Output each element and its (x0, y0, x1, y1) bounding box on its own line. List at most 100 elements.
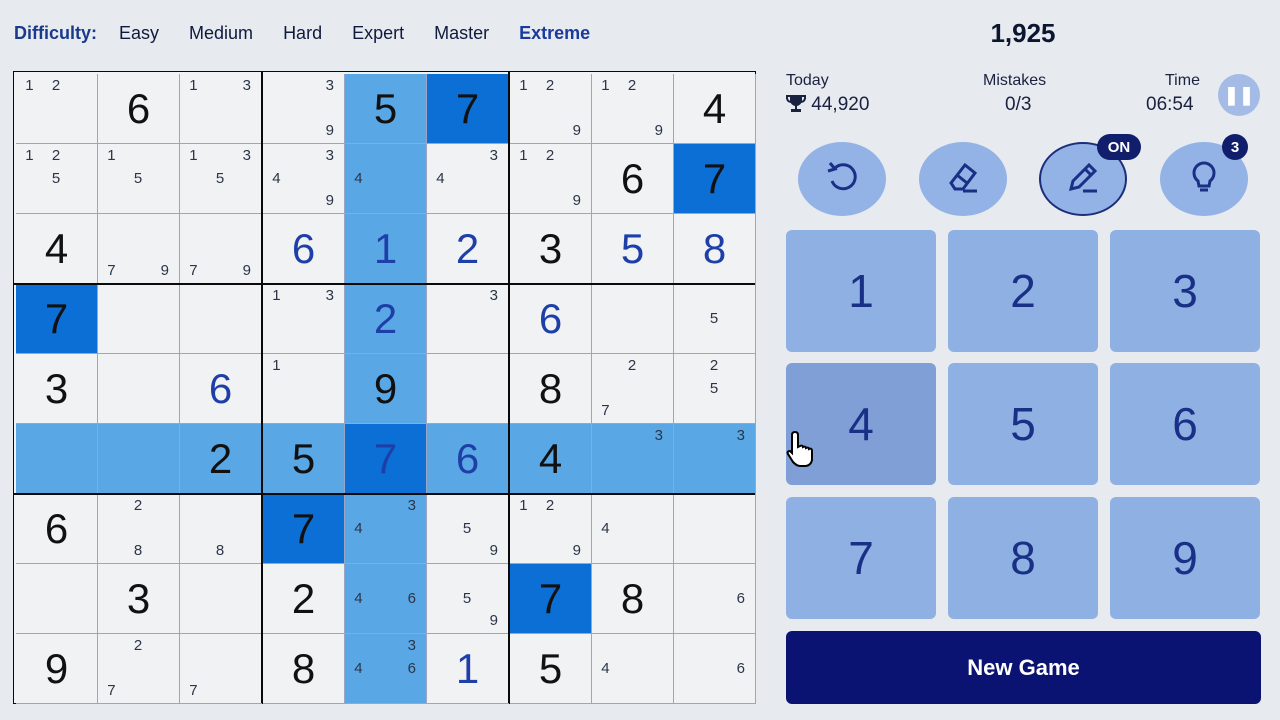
cell-r6c3[interactable]: 2 (180, 424, 262, 494)
cell-r7c4[interactable]: 7 (263, 494, 345, 564)
cell-r9c8[interactable]: 4 (592, 634, 674, 704)
cell-r5c9[interactable]: 25 (674, 354, 756, 424)
cell-r8c9[interactable]: 6 (674, 564, 756, 634)
cell-r5c5[interactable]: 9 (345, 354, 427, 424)
cell-r9c1[interactable]: 9 (16, 634, 98, 704)
cell-r3c7[interactable]: 3 (510, 214, 592, 284)
difficulty-master[interactable]: Master (434, 23, 489, 44)
cell-r6c6[interactable]: 6 (427, 424, 509, 494)
difficulty-hard[interactable]: Hard (283, 23, 322, 44)
new-game-button[interactable]: New Game (786, 631, 1261, 704)
cell-r4c3[interactable] (180, 284, 262, 354)
cell-r8c5[interactable]: 46 (345, 564, 427, 634)
cell-r3c2[interactable]: 79 (98, 214, 180, 284)
cell-r1c2[interactable]: 6 (98, 74, 180, 144)
cell-r9c3[interactable]: 7 (180, 634, 262, 704)
cell-r9c9[interactable]: 6 (674, 634, 756, 704)
difficulty-easy[interactable]: Easy (119, 23, 159, 44)
cell-r7c5[interactable]: 34 (345, 494, 427, 564)
cell-r1c9[interactable]: 4 (674, 74, 756, 144)
numpad-key-5[interactable]: 5 (948, 363, 1098, 485)
cell-r6c4[interactable]: 5 (263, 424, 345, 494)
cell-r6c9[interactable]: 3 (674, 424, 756, 494)
cell-r2c7[interactable]: 12 9 (510, 144, 592, 214)
difficulty-expert[interactable]: Expert (352, 23, 404, 44)
cell-r8c4[interactable]: 2 (263, 564, 345, 634)
difficulty-extreme[interactable]: Extreme (519, 23, 590, 44)
cell-r6c7[interactable]: 4 (510, 424, 592, 494)
cell-r2c2[interactable]: 15 (98, 144, 180, 214)
cell-r3c6[interactable]: 2 (427, 214, 509, 284)
cell-r6c8[interactable]: 3 (592, 424, 674, 494)
cell-r7c6[interactable]: 59 (427, 494, 509, 564)
cell-r4c7[interactable]: 6 (510, 284, 592, 354)
cell-r1c8[interactable]: 12 9 (592, 74, 674, 144)
cell-r3c1[interactable]: 4 (16, 214, 98, 284)
cell-r7c3[interactable]: 8 (180, 494, 262, 564)
cell-r2c4[interactable]: 3 4 9 (263, 144, 345, 214)
cell-r8c1[interactable] (16, 564, 98, 634)
cell-r3c3[interactable]: 79 (180, 214, 262, 284)
cell-r5c1[interactable]: 3 (16, 354, 98, 424)
numpad-key-6[interactable]: 6 (1110, 363, 1260, 485)
cell-r2c5[interactable]: 4 (345, 144, 427, 214)
cell-r3c9[interactable]: 8 (674, 214, 756, 284)
cell-r1c1[interactable]: 12 (16, 74, 98, 144)
cell-r3c4[interactable]: 6 (263, 214, 345, 284)
cell-r8c8[interactable]: 8 (592, 564, 674, 634)
cell-r6c2[interactable] (98, 424, 180, 494)
cell-r9c2[interactable]: 27 (98, 634, 180, 704)
cell-r5c7[interactable]: 8 (510, 354, 592, 424)
numpad-key-9[interactable]: 9 (1110, 497, 1260, 619)
difficulty-medium[interactable]: Medium (189, 23, 253, 44)
cell-r5c6[interactable] (427, 354, 509, 424)
cell-r6c5[interactable]: 7 (345, 424, 427, 494)
pause-button[interactable]: ❚❚ (1218, 74, 1260, 116)
cell-r7c7[interactable]: 12 9 (510, 494, 592, 564)
numpad-key-3[interactable]: 3 (1110, 230, 1260, 352)
cell-r2c1[interactable]: 12 5 (16, 144, 98, 214)
cell-r8c6[interactable]: 59 (427, 564, 509, 634)
cell-r1c4[interactable]: 39 (263, 74, 345, 144)
cell-r5c2[interactable] (98, 354, 180, 424)
cell-r9c7[interactable]: 5 (510, 634, 592, 704)
cell-r4c1[interactable]: 7 (16, 284, 98, 354)
cell-r9c5[interactable]: 3 4 6 (345, 634, 427, 704)
cell-note: 2 (133, 496, 143, 514)
cell-r4c9[interactable]: 5 (674, 284, 756, 354)
cell-r7c1[interactable]: 6 (16, 494, 98, 564)
cell-r4c2[interactable] (98, 284, 180, 354)
cell-r8c2[interactable]: 3 (98, 564, 180, 634)
cell-r3c5[interactable]: 1 (345, 214, 427, 284)
cell-r4c4[interactable]: 13 (263, 284, 345, 354)
cell-r2c9[interactable]: 7 (674, 144, 756, 214)
numpad-key-7[interactable]: 7 (786, 497, 936, 619)
undo-button[interactable] (798, 142, 886, 216)
cell-r3c8[interactable]: 5 (592, 214, 674, 284)
cell-r1c3[interactable]: 13 (180, 74, 262, 144)
cell-r2c3[interactable]: 1 35 (180, 144, 262, 214)
cell-r8c3[interactable] (180, 564, 262, 634)
cell-r1c6[interactable]: 7 (427, 74, 509, 144)
cell-r7c9[interactable] (674, 494, 756, 564)
numpad-key-8[interactable]: 8 (948, 497, 1098, 619)
cell-r4c8[interactable] (592, 284, 674, 354)
numpad-key-1[interactable]: 1 (786, 230, 936, 352)
cell-r9c4[interactable]: 8 (263, 634, 345, 704)
cell-r9c6[interactable]: 1 (427, 634, 509, 704)
cell-r4c6[interactable]: 3 (427, 284, 509, 354)
cell-r5c4[interactable]: 1 (263, 354, 345, 424)
cell-r8c7[interactable]: 7 (510, 564, 592, 634)
cell-r2c8[interactable]: 6 (592, 144, 674, 214)
cell-r4c5[interactable]: 2 (345, 284, 427, 354)
numpad-key-2[interactable]: 2 (948, 230, 1098, 352)
cell-r1c5[interactable]: 5 (345, 74, 427, 144)
cell-r6c1[interactable] (16, 424, 98, 494)
cell-r7c2[interactable]: 28 (98, 494, 180, 564)
cell-r2c6[interactable]: 34 (427, 144, 509, 214)
cell-r5c3[interactable]: 6 (180, 354, 262, 424)
cell-r5c8[interactable]: 27 (592, 354, 674, 424)
erase-button[interactable] (919, 142, 1007, 216)
cell-r1c7[interactable]: 12 9 (510, 74, 592, 144)
cell-r7c8[interactable]: 4 (592, 494, 674, 564)
